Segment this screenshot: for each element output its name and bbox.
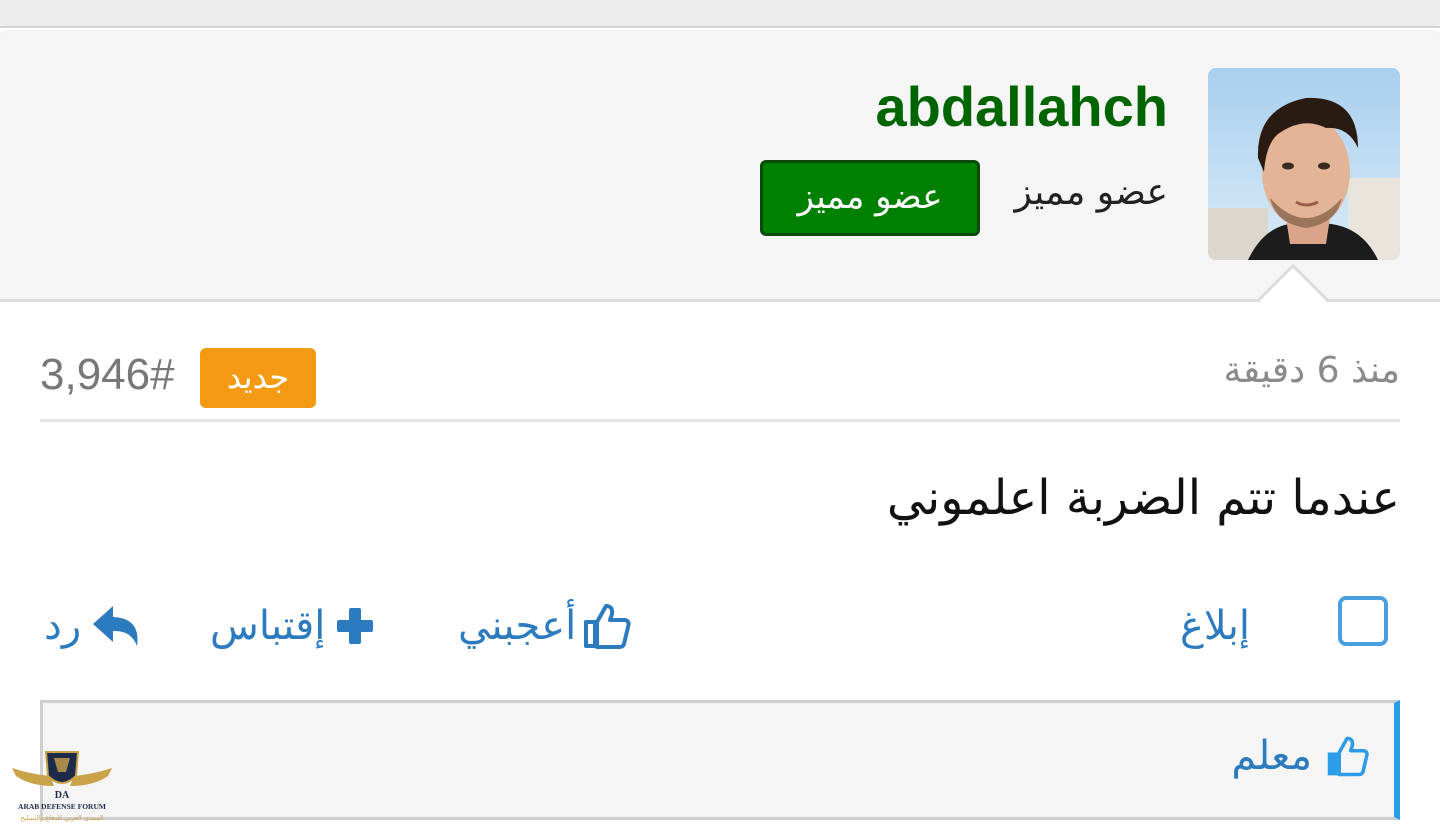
username[interactable]: abdallahch: [875, 74, 1168, 139]
avatar[interactable]: [1208, 68, 1400, 260]
quote-button[interactable]: إقتباس: [210, 594, 375, 658]
liker-name[interactable]: معلم: [1231, 733, 1312, 779]
liker-item[interactable]: معلم: [1231, 733, 1370, 779]
forum-logo-emblem: DA ARAB DEFENSE FORUM المنتدى العربي للد…: [12, 751, 112, 822]
thumbs-up-icon: [1327, 736, 1369, 777]
likes-list: معلم: [40, 700, 1400, 820]
thumbs-up-icon: [584, 604, 631, 649]
post-meta: منذ 6 دقيقة جديد 3,946#: [40, 340, 1400, 422]
select-post-checkbox[interactable]: [1338, 596, 1388, 646]
post-author-header: abdallahch عضو مميز عضو مميز: [0, 30, 1440, 335]
report-label: إبلاغ: [1180, 603, 1250, 649]
logo-name: ARAB DEFENSE FORUM: [18, 802, 106, 811]
reply-label: رد: [44, 603, 82, 649]
logo-abbrev: DA: [55, 790, 70, 801]
post-timestamp[interactable]: منذ 6 دقيقة: [1224, 350, 1400, 391]
reply-button[interactable]: رد: [44, 594, 143, 658]
quote-label: إقتباس: [210, 603, 326, 649]
like-button[interactable]: أعجبني: [458, 594, 632, 658]
forum-logo: DA ARAB DEFENSE FORUM المنتدى العربي للد…: [10, 746, 114, 826]
reply-arrow-icon: [93, 606, 138, 646]
rank-badge: عضو مميز: [760, 160, 980, 236]
post-number[interactable]: 3,946#: [40, 350, 175, 400]
new-badge: جديد: [200, 348, 316, 408]
top-strip: [0, 0, 1440, 28]
user-title: عضو مميز: [1014, 172, 1168, 213]
like-label: أعجبني: [458, 603, 577, 649]
plus-icon: [337, 608, 374, 644]
logo-arabic: المنتدى العربي للدفاع والتسليح: [20, 814, 104, 822]
report-button[interactable]: إبلاغ: [1180, 594, 1250, 658]
user-avatar-image: [1208, 68, 1400, 260]
header-pointer: [1257, 263, 1329, 335]
post-body: عندما تتم الضربة اعلموني: [886, 470, 1400, 526]
